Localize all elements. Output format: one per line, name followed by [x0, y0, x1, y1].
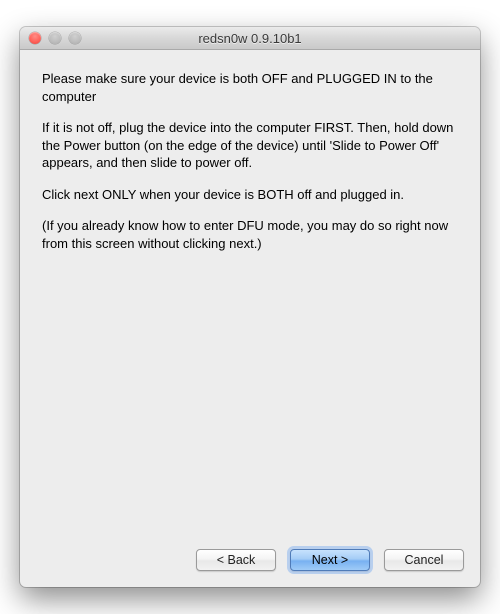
- next-button[interactable]: Next >: [290, 549, 370, 571]
- minimize-icon: [49, 32, 61, 44]
- maximize-icon: [69, 32, 81, 44]
- titlebar[interactable]: redsn0w 0.9.10b1: [20, 27, 480, 50]
- instruction-paragraph: Please make sure your device is both OFF…: [42, 70, 458, 105]
- instruction-paragraph: If it is not off, plug the device into t…: [42, 119, 458, 172]
- back-button[interactable]: < Back: [196, 549, 276, 571]
- traffic-lights: [20, 32, 81, 44]
- instruction-text: Please make sure your device is both OFF…: [42, 70, 458, 529]
- instruction-paragraph: Click next ONLY when your device is BOTH…: [42, 186, 458, 204]
- button-bar: < Back Next > Cancel: [20, 539, 480, 587]
- cancel-button[interactable]: Cancel: [384, 549, 464, 571]
- window-title: redsn0w 0.9.10b1: [20, 31, 480, 46]
- close-icon[interactable]: [29, 32, 41, 44]
- app-window: redsn0w 0.9.10b1 Please make sure your d…: [20, 27, 480, 587]
- instruction-paragraph: (If you already know how to enter DFU mo…: [42, 217, 458, 252]
- content-area: Please make sure your device is both OFF…: [20, 50, 480, 539]
